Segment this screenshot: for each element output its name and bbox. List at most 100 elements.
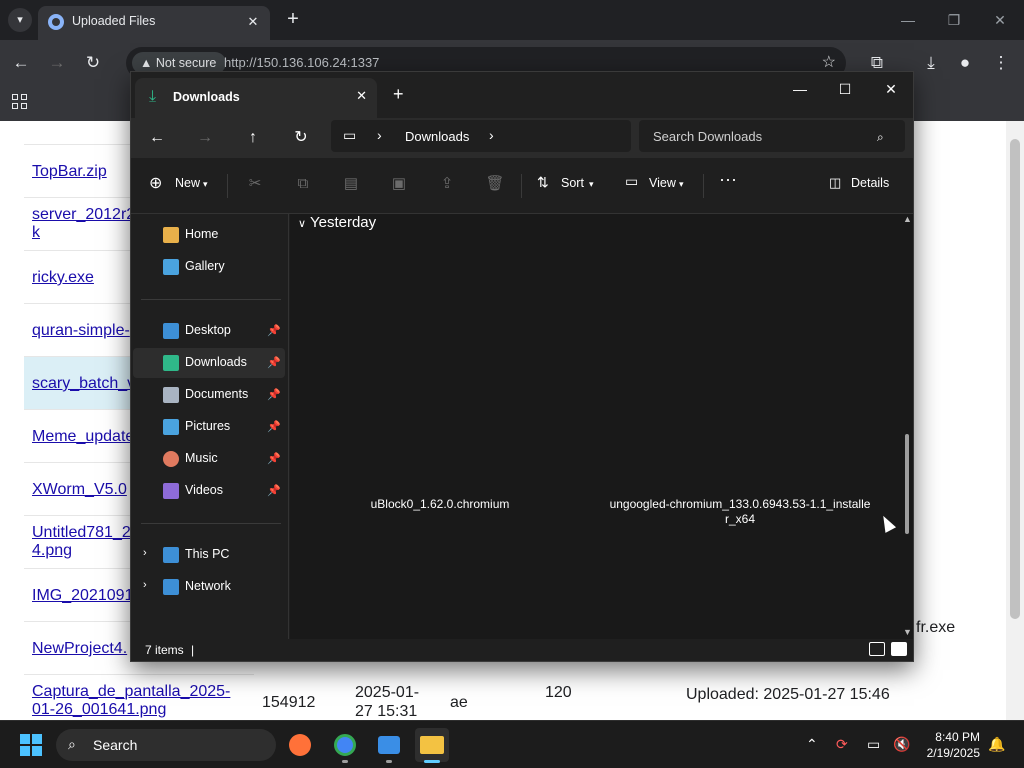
file-link[interactable]: IMG_2021091 [32, 587, 133, 605]
menu-kebab-icon[interactable]: ⋮ [988, 50, 1014, 76]
file-link[interactable]: XWorm_V5.0 [32, 481, 127, 499]
rename-icon[interactable]: ▣ [389, 174, 409, 194]
up-arrow-icon[interactable]: ↑ [241, 126, 265, 150]
restore-button[interactable]: ❐ [932, 6, 976, 34]
clock[interactable]: 8:40 PM 2/19/2025 [918, 729, 980, 761]
breadcrumb-downloads[interactable]: Downloads [405, 129, 469, 144]
view-button[interactable]: View [649, 176, 676, 190]
view-icon[interactable]: ▭ [625, 173, 638, 190]
copy-icon[interactable]: ⧉ [293, 174, 313, 194]
profile-icon[interactable]: ● [952, 50, 978, 76]
file-item[interactable]: ungoogled-chromium_133.0.6943.53-1.1_ins… [590, 497, 890, 527]
details-pane-icon[interactable]: ◫ [829, 175, 841, 191]
close-window-button[interactable]: ✕ [978, 6, 1022, 34]
file-link[interactable]: quran-simple- [32, 322, 130, 340]
plus-circle-icon[interactable]: ⊕ [149, 173, 162, 193]
status-divider: | [191, 643, 195, 657]
scroll-up-icon[interactable]: ▲ [903, 214, 912, 224]
reload-icon[interactable]: ↻ [80, 50, 106, 76]
chevron-right-icon[interactable]: › [143, 579, 147, 591]
chevron-right-icon: › [377, 127, 382, 143]
chevron-right-icon[interactable]: › [143, 547, 147, 559]
taskbar-search[interactable]: ⌕ Search [56, 729, 276, 761]
star-icon[interactable]: ☆ [822, 52, 836, 72]
page-scrollbar-thumb[interactable] [1010, 139, 1020, 619]
nav-item-downloads[interactable]: Downloads 📌 [133, 348, 285, 378]
nav-item-documents[interactable]: Documents 📌 [133, 380, 285, 410]
firefox-icon[interactable] [283, 728, 317, 762]
chevron-right-icon[interactable]: › [489, 127, 494, 143]
chevron-up-icon[interactable]: ⌃ [806, 736, 818, 753]
file-link[interactable]: 4.png [32, 542, 72, 560]
delete-icon[interactable]: 🗑 [485, 174, 505, 194]
file-link[interactable]: server_2012r2 [32, 206, 135, 224]
photos-icon[interactable] [372, 728, 406, 763]
nav-item-network[interactable]: › Network [133, 572, 285, 602]
chrome-icon[interactable] [328, 728, 362, 763]
display-icon[interactable]: ▭ [867, 736, 880, 753]
nav-item-desktop[interactable]: Desktop 📌 [133, 316, 285, 346]
file-link[interactable]: TopBar.zip [32, 163, 107, 181]
details-view-icon[interactable] [869, 642, 885, 656]
more-options-icon[interactable]: ··· [719, 169, 737, 190]
file-item[interactable]: uBlock0_1.62.0.chromium [350, 497, 530, 512]
close-tab-icon[interactable]: ✕ [244, 13, 262, 31]
close-window-button[interactable]: ✕ [868, 75, 913, 103]
file-link[interactable]: Untitled781_2 [32, 524, 131, 542]
apps-grid-icon[interactable] [12, 94, 28, 110]
search-input[interactable] [639, 120, 905, 152]
content-scrollbar[interactable]: ▲ ▼ [901, 214, 913, 639]
sort-button[interactable]: Sort [561, 176, 584, 190]
tab-search-button[interactable]: ▾ [8, 8, 32, 32]
forward-arrow-icon[interactable]: → [44, 50, 70, 76]
file-link[interactable]: scary_batch_v [32, 375, 135, 393]
browser-tab[interactable]: Uploaded Files ✕ [38, 6, 270, 40]
close-tab-icon[interactable]: ✕ [356, 88, 367, 104]
forward-arrow-icon[interactable]: → [193, 126, 217, 150]
new-tab-button[interactable]: + [282, 8, 304, 30]
nav-item-pictures[interactable]: Pictures 📌 [133, 412, 285, 442]
nav-item-music[interactable]: Music 📌 [133, 444, 285, 474]
nav-item-home[interactable]: Home [133, 220, 285, 250]
file-link[interactable]: ricky.exe [32, 269, 94, 287]
file-link[interactable]: Captura_de_pantalla_2025- [32, 683, 230, 701]
file-link[interactable]: k [32, 224, 40, 242]
new-button[interactable]: New [175, 176, 200, 190]
tiles-view-icon[interactable] [891, 642, 907, 656]
nav-item-videos[interactable]: Videos 📌 [133, 476, 285, 506]
group-header-label: Yesterday [309, 214, 377, 231]
file-explorer-icon[interactable] [415, 728, 449, 763]
file-link[interactable]: 01-26_001641.png [32, 701, 166, 719]
notification-bell-icon[interactable]: 🔔 [988, 736, 1005, 753]
file-link[interactable]: Meme_update [32, 428, 134, 446]
page-scrollbar[interactable] [1006, 121, 1024, 720]
share-icon[interactable]: ⇪ [437, 174, 457, 194]
sync-icon[interactable]: ⟳ [836, 736, 848, 753]
file-link[interactable]: NewProject4. [32, 640, 127, 658]
desktop-icon [163, 323, 179, 339]
maximize-button[interactable]: ☐ [822, 75, 868, 103]
content-scrollbar-thumb[interactable] [905, 434, 909, 534]
sort-icon[interactable]: ⇅ [537, 174, 549, 191]
new-tab-button[interactable]: + [393, 84, 404, 105]
mute-icon[interactable]: 🔇 [893, 736, 910, 753]
back-arrow-icon[interactable]: ← [145, 126, 169, 150]
breadcrumb[interactable]: ▭ › Downloads › [331, 120, 631, 152]
minimize-button[interactable]: — [886, 6, 930, 34]
download-icon[interactable]: ⤓ [918, 50, 944, 76]
scroll-down-icon[interactable]: ▼ [903, 627, 912, 637]
group-header[interactable]: ∨ Yesterday [298, 214, 376, 231]
back-arrow-icon[interactable]: ← [8, 50, 34, 76]
cut-icon[interactable]: ✂ [245, 174, 265, 194]
details-button[interactable]: Details [851, 176, 889, 190]
chevron-down-icon: ▾ [17, 14, 23, 26]
windows-start-icon[interactable] [20, 734, 42, 756]
minimize-button[interactable]: — [777, 75, 823, 103]
refresh-icon[interactable]: ↻ [289, 126, 313, 150]
nav-item-this-pc[interactable]: › This PC [133, 540, 285, 570]
paste-icon[interactable]: ▤ [341, 174, 361, 194]
file-explorer-window: ⤓ Downloads ✕ + — ☐ ✕ ← → ↑ ↻ ▭ › Downlo… [130, 71, 914, 662]
nav-item-gallery[interactable]: Gallery [133, 252, 285, 282]
explorer-tab[interactable]: ⤓ Downloads ✕ [135, 78, 377, 118]
uploaded-date: Uploaded: 2025-01-27 15:46 [686, 686, 890, 703]
